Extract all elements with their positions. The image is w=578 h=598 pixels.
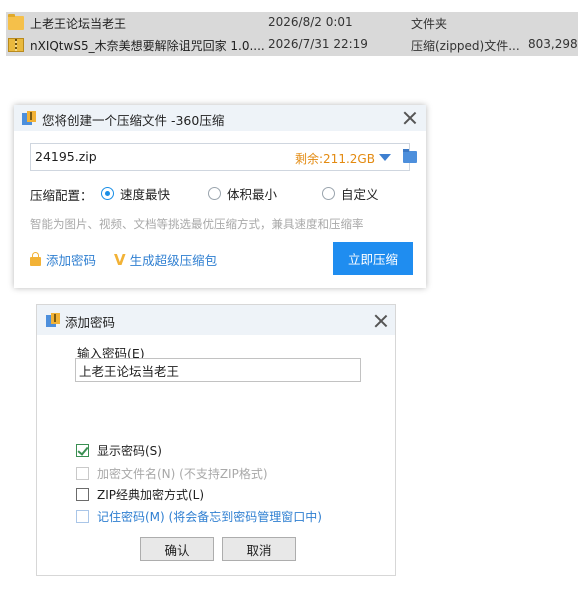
file-type: 文件夹: [411, 17, 448, 31]
radio-dot[interactable]: [208, 187, 221, 200]
password-input[interactable]: [75, 358, 361, 382]
compress-dialog: 您将创建一个压缩文件 -360压缩 剩余:211.2GB 压缩配置： 速度最快 …: [14, 105, 426, 288]
ok-button[interactable]: 确认: [140, 537, 214, 561]
file-name: 上老王论坛当老王: [30, 17, 127, 31]
radio-fastest[interactable]: 速度最快: [101, 184, 170, 203]
file-row-zip[interactable]: nXIQtwS5_木奈美想要解除诅咒回家 1.0.... 2026/7/31 2…: [6, 34, 578, 56]
file-date: 2026/7/31 22:19: [268, 37, 368, 51]
file-type: 压缩(zipped)文件...: [411, 39, 520, 53]
encrypt-filenames-checkbox: 加密文件名(N) (不支持ZIP格式): [76, 465, 268, 482]
config-label: 压缩配置：: [30, 188, 93, 203]
cancel-button[interactable]: 取消: [222, 537, 296, 561]
zip-file-icon: [8, 38, 24, 52]
checkbox-label: ZIP经典加密方式(L): [97, 488, 205, 502]
super-package-label[interactable]: 生成超级压缩包: [130, 250, 218, 269]
save-path-box: 剩余:211.2GB: [30, 143, 417, 171]
chevron-down-icon[interactable]: [379, 154, 391, 161]
add-password-label[interactable]: 添加密码: [46, 250, 96, 269]
radio-label: 速度最快: [120, 187, 171, 202]
v-badge-icon: V: [114, 250, 126, 269]
close-icon[interactable]: [403, 111, 417, 125]
file-date: 2026/8/2 0:01: [268, 15, 353, 29]
radio-label: 自定义: [341, 187, 379, 202]
file-row-folder[interactable]: 上老王论坛当老王 2026/8/2 0:01 文件夹: [6, 12, 578, 34]
password-dialog: 添加密码 输入密码(E) 显示密码(S) 加密文件名(N) (不支持ZIP格式)…: [36, 304, 396, 576]
close-icon[interactable]: [374, 314, 388, 328]
radio-custom[interactable]: 自定义: [322, 184, 379, 203]
radio-smallest[interactable]: 体积最小: [208, 184, 277, 203]
compression-hint: 智能为图片、视频、文档等挑选最优压缩方式，兼具速度和压缩率: [30, 217, 364, 231]
file-size: 803,298: [528, 37, 578, 51]
compress-now-button[interactable]: 立即压缩: [333, 242, 413, 275]
show-password-checkbox[interactable]: 显示密码(S): [76, 442, 162, 459]
checkbox[interactable]: [76, 488, 89, 501]
file-name: nXIQtwS5_木奈美想要解除诅咒回家 1.0....: [30, 39, 265, 53]
dialog-titlebar[interactable]: 您将创建一个压缩文件 -360压缩: [14, 105, 426, 131]
radio-dot-selected[interactable]: [101, 187, 114, 200]
free-space-text: 剩余:211.2GB: [295, 152, 375, 166]
folder-icon: [8, 14, 24, 30]
archive-app-icon: [46, 313, 60, 327]
radio-dot[interactable]: [322, 187, 335, 200]
password-dialog-title: 添加密码: [65, 315, 116, 330]
checkbox-label: 显示密码(S): [97, 444, 162, 458]
remember-password-checkbox[interactable]: 记住密码(M) (将会备忘到密码管理窗口中): [76, 508, 322, 525]
radio-label: 体积最小: [227, 187, 278, 202]
lock-icon: [30, 252, 41, 266]
filename-input[interactable]: [35, 149, 265, 164]
checkbox[interactable]: [76, 510, 89, 523]
checkbox-label: 加密文件名(N) (不支持ZIP格式): [97, 467, 268, 481]
password-dialog-titlebar[interactable]: 添加密码: [37, 305, 395, 335]
browse-folder-icon[interactable]: [403, 149, 417, 163]
super-package-link[interactable]: V 生成超级压缩包: [114, 250, 217, 269]
zip-classic-encryption-checkbox[interactable]: ZIP经典加密方式(L): [76, 486, 204, 503]
checkbox-checked[interactable]: [76, 444, 89, 457]
dialog-title: 您将创建一个压缩文件 -360压缩: [42, 113, 225, 128]
checkbox-label: 记住密码(M) (将会备忘到密码管理窗口中): [97, 510, 322, 524]
add-password-link[interactable]: 添加密码: [30, 250, 96, 269]
archive-app-icon: [22, 111, 36, 125]
checkbox-disabled: [76, 467, 89, 480]
